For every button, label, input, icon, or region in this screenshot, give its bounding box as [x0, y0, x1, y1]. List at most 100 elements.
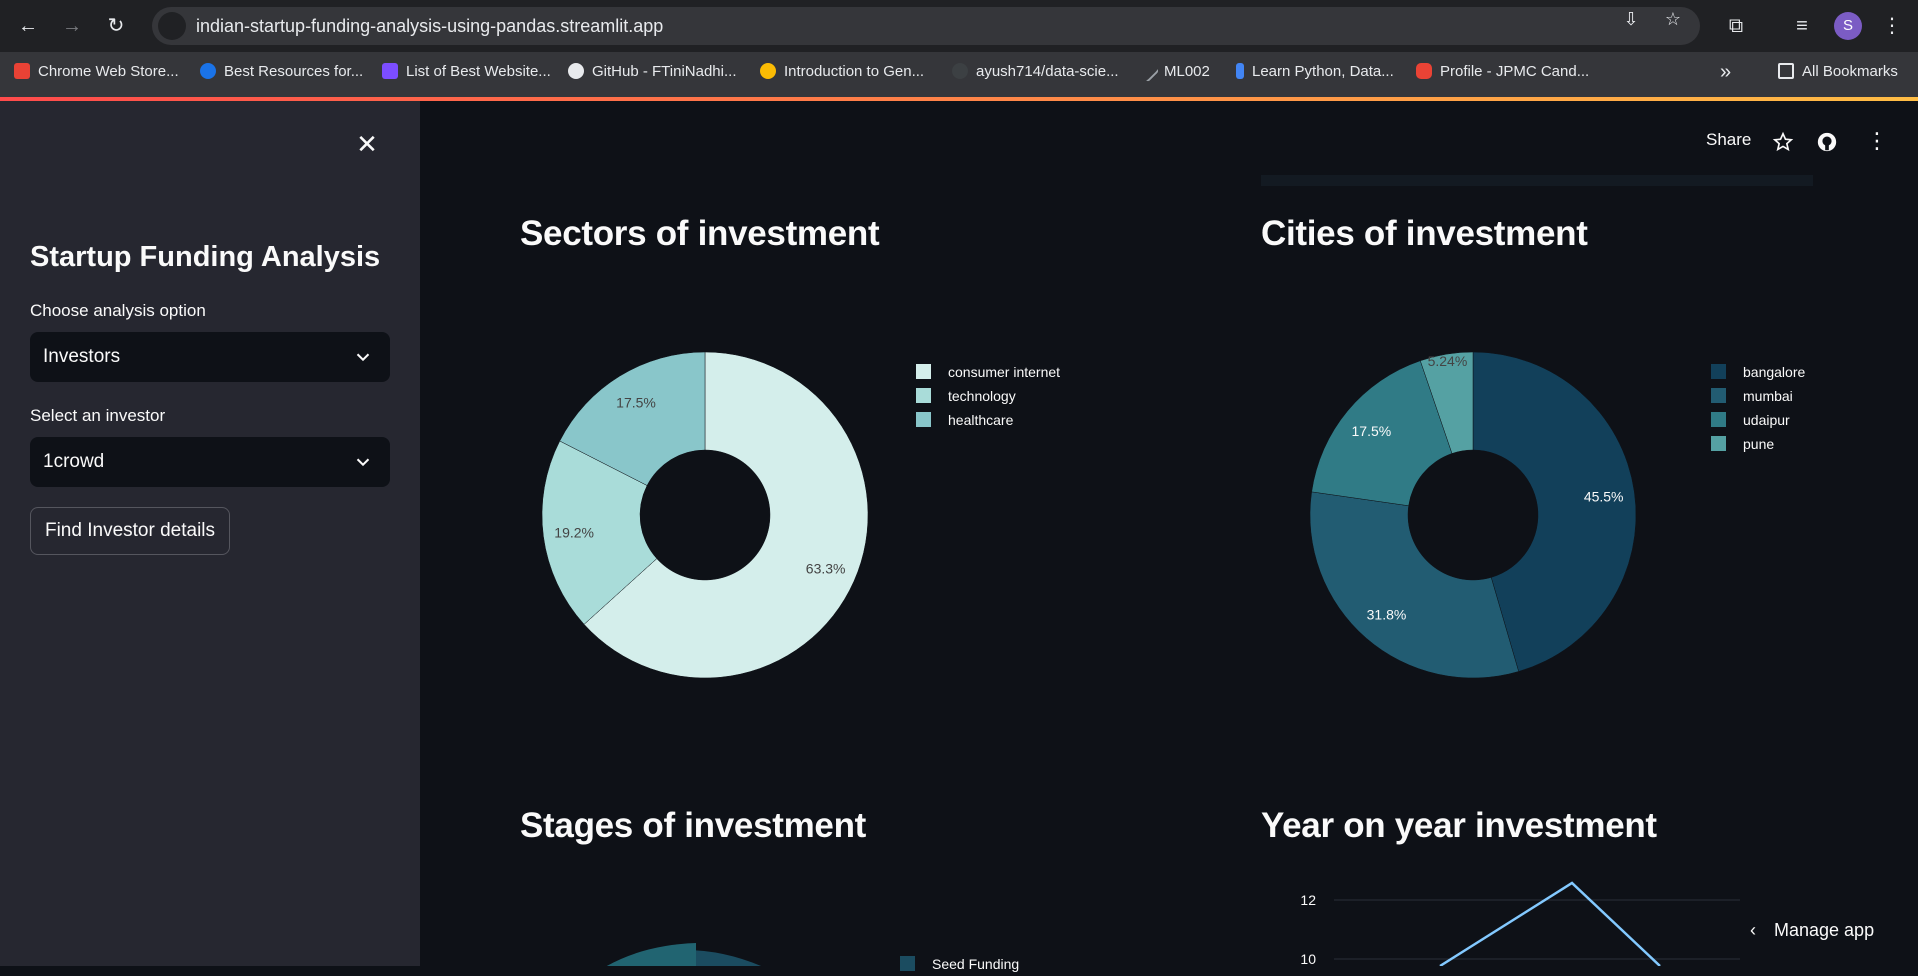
bookmark-favicon-icon	[1416, 63, 1432, 79]
main-menu-icon[interactable]: ⋮	[1866, 128, 1888, 154]
cities-legend: bangalore mumbai udaipur pune	[1711, 360, 1805, 456]
slice-value-label: 19.2%	[554, 524, 594, 540]
github-icon[interactable]	[1816, 131, 1838, 153]
investor-select[interactable]: 1crowd	[30, 437, 390, 487]
legend-item[interactable]: bangalore	[1711, 360, 1805, 384]
stages-legend: Seed Funding	[900, 952, 1019, 976]
bookmarks-bar: Chrome Web Store... Best Resources for..…	[0, 52, 1918, 97]
chevron-left-icon: ‹	[1750, 920, 1756, 940]
github-icon	[568, 63, 584, 79]
media-controls-icon[interactable]: ≡	[1790, 14, 1814, 38]
yearly-line-chart[interactable]: 12 10	[1290, 870, 1760, 966]
chevron-down-icon	[356, 458, 370, 467]
bookmark-item[interactable]: Profile - JPMC Cand...	[1416, 52, 1589, 92]
investor-value: 1crowd	[43, 451, 105, 472]
slice-value-label: 63.3%	[806, 561, 846, 577]
sectors-legend: consumer internet technology healthcare	[916, 360, 1060, 432]
bookmark-item[interactable]: Best Resources for...	[200, 52, 363, 92]
chevron-down-icon	[356, 353, 370, 362]
bookmark-item[interactable]: Chrome Web Store...	[14, 52, 179, 92]
bookmark-item[interactable]: ML002	[1136, 52, 1210, 92]
url-text[interactable]: indian-startup-funding-analysis-using-pa…	[196, 7, 663, 45]
analysis-option-select[interactable]: Investors	[30, 332, 390, 382]
pie-slice[interactable]	[1309, 491, 1519, 679]
bookmark-item[interactable]: ayush714/data-scie...	[952, 52, 1119, 92]
slice-value-label: 17.5%	[616, 394, 656, 410]
forward-arrow-icon[interactable]: →	[60, 14, 84, 38]
cities-donut-chart[interactable]: 45.5% 31.8% 17.5% 5.24%	[1308, 350, 1638, 680]
analysis-option-label: Choose analysis option	[30, 301, 206, 320]
legend-item[interactable]: pune	[1711, 432, 1805, 456]
legend-label: udaipur	[1743, 412, 1790, 428]
sectors-donut-chart[interactable]: 63.3% 19.2% 17.5%	[540, 350, 870, 680]
legend-item[interactable]: consumer internet	[916, 360, 1060, 384]
site-info-icon[interactable]	[158, 12, 186, 40]
sectors-chart-title: Sectors of investment	[520, 214, 880, 253]
yearly-chart-title: Year on year investment	[1261, 806, 1657, 845]
legend-label: mumbai	[1743, 388, 1793, 404]
bookmark-favicon-icon	[760, 63, 776, 79]
legend-swatch	[916, 364, 931, 379]
legend-label: pune	[1743, 436, 1775, 452]
legend-item[interactable]: healthcare	[916, 408, 1060, 432]
bookmark-favicon-icon	[200, 63, 216, 79]
legend-item[interactable]: Seed Funding	[900, 952, 1019, 976]
address-bar[interactable]: indian-startup-funding-analysis-using-pa…	[152, 7, 1700, 45]
legend-label: bangalore	[1743, 364, 1806, 380]
bookmark-item[interactable]: GitHub - FTiniNadhi...	[568, 52, 737, 92]
bookmark-favicon-icon	[1136, 59, 1160, 83]
bookmark-favicon-icon	[382, 63, 398, 79]
stages-chart-title: Stages of investment	[520, 806, 867, 845]
y-tick-label: 10	[1300, 951, 1316, 966]
stages-donut-chart[interactable]	[560, 940, 810, 966]
reload-icon[interactable]: ↻	[104, 14, 128, 38]
bookmark-item[interactable]: Introduction to Gen...	[760, 52, 924, 92]
find-investor-details-button[interactable]: Find Investor details	[30, 507, 230, 555]
manage-app-button[interactable]: ‹ Manage app	[1750, 920, 1874, 941]
close-sidebar-icon[interactable]: ✕	[352, 129, 382, 159]
analysis-option-value: Investors	[43, 346, 121, 367]
browser-menu-icon[interactable]: ⋮	[1880, 14, 1904, 38]
previous-chart-edge	[1261, 175, 1813, 186]
all-bookmarks-folder[interactable]: All Bookmarks	[1778, 52, 1898, 92]
legend-swatch	[900, 956, 915, 971]
legend-swatch	[1711, 412, 1726, 427]
legend-swatch	[916, 412, 931, 427]
slice-value-label: 31.8%	[1367, 607, 1407, 623]
extensions-icon[interactable]: ⧉	[1724, 14, 1748, 38]
bookmark-item[interactable]: List of Best Website...	[382, 52, 551, 92]
sidebar: ✕ Startup Funding Analysis Choose analys…	[0, 101, 420, 966]
y-tick-label: 12	[1300, 892, 1316, 908]
legend-swatch	[1711, 388, 1726, 403]
back-arrow-icon[interactable]: ←	[16, 14, 40, 38]
legend-item[interactable]: technology	[916, 384, 1060, 408]
share-button[interactable]: Share	[1706, 130, 1751, 150]
folder-icon	[1778, 63, 1794, 79]
legend-swatch	[1711, 364, 1726, 379]
slice-value-label: 17.5%	[1352, 423, 1392, 439]
slice-value-label: 45.5%	[1584, 488, 1624, 504]
bookmark-favicon-icon	[14, 63, 30, 79]
install-app-icon[interactable]: ⇩	[1620, 9, 1642, 29]
investor-select-label: Select an investor	[30, 406, 166, 425]
bookmark-favicon-icon	[1236, 63, 1244, 79]
sidebar-title: Startup Funding Analysis	[30, 241, 381, 273]
bookmark-favicon-icon	[952, 63, 968, 79]
star-icon[interactable]	[1772, 131, 1794, 153]
legend-label: consumer internet	[948, 364, 1061, 380]
legend-label: technology	[948, 388, 1016, 404]
series-line	[1439, 881, 1661, 966]
legend-item[interactable]: udaipur	[1711, 408, 1805, 432]
cities-chart-title: Cities of investment	[1261, 214, 1588, 253]
bookmark-item[interactable]: Learn Python, Data...	[1236, 52, 1394, 92]
more-bookmarks-icon[interactable]: »	[1720, 52, 1731, 92]
browser-toolbar: ← → ↻ indian-startup-funding-analysis-us…	[0, 0, 1918, 52]
profile-avatar[interactable]: S	[1834, 12, 1862, 40]
legend-swatch	[916, 388, 931, 403]
legend-item[interactable]: mumbai	[1711, 384, 1805, 408]
legend-swatch	[1711, 436, 1726, 451]
slice-value-label: 5.24%	[1428, 353, 1468, 369]
legend-label: healthcare	[948, 412, 1014, 428]
stages-slice	[606, 943, 696, 966]
bookmark-star-icon[interactable]: ☆	[1662, 9, 1684, 29]
